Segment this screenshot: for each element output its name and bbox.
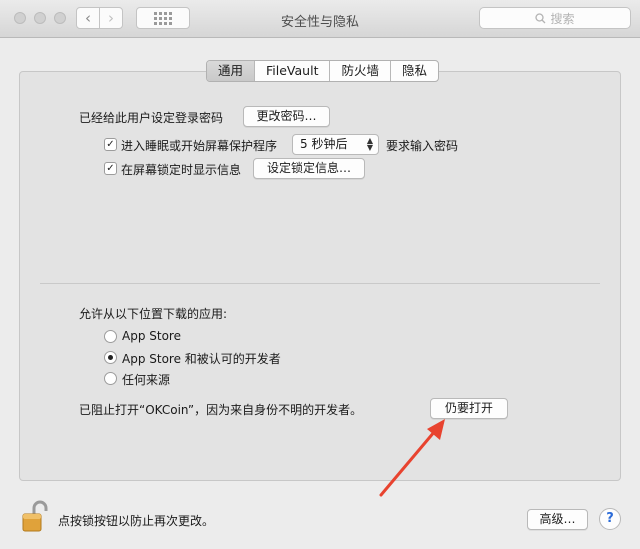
radio-app-store-identified-label: App Store 和被认可的开发者 [122,352,281,366]
tab-panel [19,71,621,481]
password-delay-select[interactable]: 5 秒钟后 ▲ ▼ [292,134,379,155]
tab-general[interactable]: 通用 [207,61,256,81]
show-message-label: 在屏幕锁定时显示信息 [121,163,242,177]
show-message-checkbox[interactable]: ✓ [104,162,117,175]
help-icon[interactable]: ? [599,508,621,530]
search-placeholder: 搜索 [550,11,575,26]
require-password-checkbox[interactable]: ✓ [104,138,117,151]
change-password-button[interactable]: 更改密码… [243,106,330,127]
titlebar: ‹ › 安全性与隐私 搜索 [0,0,640,38]
tab-bar: 通用 FileVault 防火墙 隐私 [206,60,440,82]
advanced-button[interactable]: 高级… [527,509,588,530]
tab-privacy[interactable]: 隐私 [391,61,438,81]
radio-app-store[interactable] [104,330,117,343]
require-password-suffix: 要求输入密码 [386,139,459,153]
downloads-heading: 允许从以下位置下载的应用: [79,307,228,321]
tab-firewall[interactable]: 防火墙 [330,61,391,81]
tab-filevault[interactable]: FileVault [255,61,331,81]
lock-hint-text: 点按锁按钮以防止再次更改。 [58,514,215,528]
select-arrows-icon: ▲ ▼ [366,136,373,152]
preferences-window: ‹ › 安全性与隐私 搜索 通用 FileVault 防火墙 隐私 已经给此用户… [0,0,640,549]
password-delay-value: 5 秒钟后 [300,137,348,151]
radio-app-store-identified[interactable] [104,351,117,364]
set-lock-message-button[interactable]: 设定锁定信息… [253,158,365,179]
padlock-open-icon[interactable] [20,500,50,534]
section-divider [40,283,600,284]
open-anyway-button[interactable]: 仍要打开 [430,398,508,419]
password-status-label: 已经给此用户设定登录密码 [79,111,224,125]
radio-app-store-label: App Store [122,329,181,343]
search-input[interactable]: 搜索 [479,7,631,29]
radio-anywhere-label: 任何来源 [122,373,171,387]
radio-anywhere[interactable] [104,372,117,385]
search-icon [535,12,546,23]
require-password-label: 进入睡眠或开始屏幕保护程序 [121,139,278,153]
blocked-app-message: 已阻止打开“OKCoin”，因为来自身份不明的开发者。 [79,403,363,417]
